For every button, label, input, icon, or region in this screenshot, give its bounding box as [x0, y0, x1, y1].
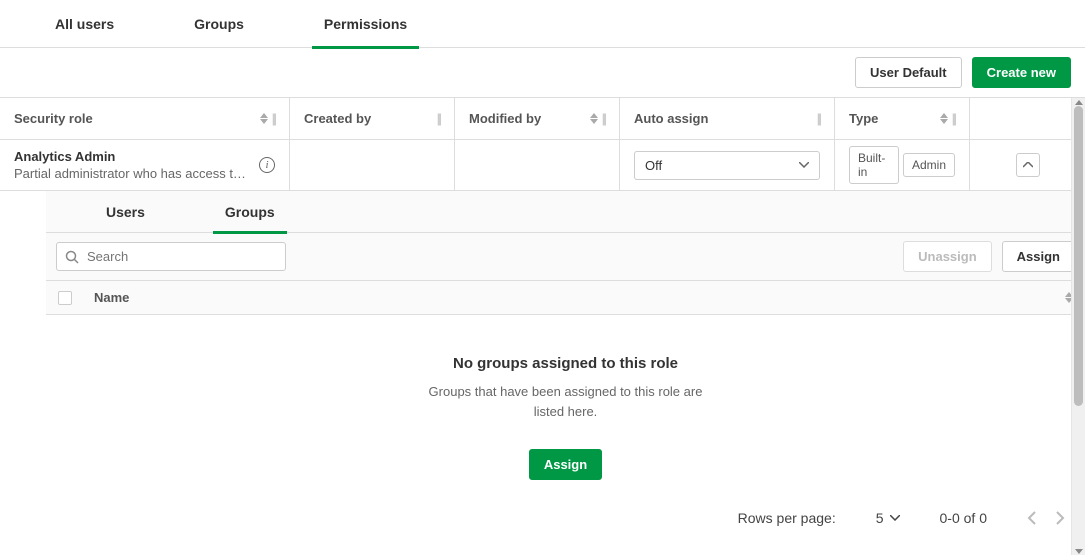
column-expand: [970, 98, 1085, 139]
unassign-button[interactable]: Unassign: [903, 241, 992, 272]
cell-created-by: [290, 140, 455, 190]
page-size-value: 5: [876, 510, 884, 526]
search-input[interactable]: [83, 247, 277, 266]
scroll-down-icon[interactable]: [1072, 545, 1085, 557]
next-page-button[interactable]: [1056, 511, 1065, 525]
empty-subtitle: Groups that have been assigned to this r…: [416, 382, 716, 421]
column-resize-handle[interactable]: ||: [817, 111, 820, 126]
cell-modified-by: [455, 140, 620, 190]
table-row[interactable]: Analytics Admin Partial administrator wh…: [0, 140, 1085, 191]
sort-icon[interactable]: [940, 113, 948, 124]
column-resize-handle[interactable]: ||: [437, 111, 440, 126]
empty-assign-button[interactable]: Assign: [529, 449, 602, 480]
chevron-down-icon: [799, 162, 809, 168]
empty-state: No groups assigned to this role Groups t…: [46, 315, 1085, 500]
scrollbar-thumb[interactable]: [1074, 106, 1083, 406]
top-tabs: All users Groups Permissions: [0, 0, 1085, 48]
search-icon: [65, 250, 79, 264]
select-all-checkbox[interactable]: [58, 291, 72, 305]
column-label: Modified by: [469, 111, 541, 126]
column-resize-handle[interactable]: ||: [272, 111, 275, 126]
column-label: Created by: [304, 111, 371, 126]
info-icon[interactable]: i: [259, 157, 275, 173]
page-size-select[interactable]: 5: [876, 510, 900, 526]
sub-tab-groups[interactable]: Groups: [225, 191, 275, 233]
sub-tabs: Users Groups: [46, 191, 1085, 233]
tab-groups[interactable]: Groups: [194, 0, 244, 48]
column-type[interactable]: Type ||: [835, 98, 970, 139]
type-tag-admin: Admin: [903, 153, 955, 177]
rows-per-page-label: Rows per page:: [738, 510, 836, 526]
prev-page-button[interactable]: [1027, 511, 1036, 525]
column-auto-assign[interactable]: Auto assign ||: [620, 98, 835, 139]
column-resize-handle[interactable]: ||: [952, 111, 955, 126]
column-name[interactable]: Name: [94, 290, 1065, 305]
tab-all-users[interactable]: All users: [55, 0, 114, 48]
sub-toolbar: Unassign Assign: [46, 233, 1085, 281]
empty-title: No groups assigned to this role: [46, 355, 1085, 372]
action-bar: User Default Create new: [0, 48, 1085, 98]
assign-button[interactable]: Assign: [1002, 241, 1075, 272]
column-created-by[interactable]: Created by ||: [290, 98, 455, 139]
detail-panel: Users Groups Unassign Assign Name No gro…: [46, 191, 1085, 534]
auto-assign-value: Off: [645, 158, 662, 173]
chevron-up-icon: [1023, 162, 1033, 168]
sort-icon[interactable]: [260, 113, 268, 124]
scrollbar[interactable]: [1071, 98, 1085, 555]
tab-permissions[interactable]: Permissions: [324, 0, 407, 48]
role-name: Analytics Admin: [14, 149, 251, 164]
column-modified-by[interactable]: Modified by ||: [455, 98, 620, 139]
collapse-row-button[interactable]: [1016, 153, 1040, 177]
create-new-button[interactable]: Create new: [972, 57, 1071, 88]
cell-security-role: Analytics Admin Partial administrator wh…: [0, 140, 290, 190]
pagination: Rows per page: 5 0-0 of 0: [46, 500, 1085, 534]
grid-header: Security role || Created by || Modified …: [0, 98, 1085, 140]
chevron-down-icon: [890, 515, 900, 521]
role-description: Partial administrator who has access t…: [14, 166, 251, 181]
sort-icon[interactable]: [590, 113, 598, 124]
type-tag-builtin: Built-in: [849, 146, 899, 184]
cell-type: Built-in Admin: [835, 140, 970, 190]
column-label: Auto assign: [634, 111, 708, 126]
sub-tab-users[interactable]: Users: [106, 191, 145, 233]
column-resize-handle[interactable]: ||: [602, 111, 605, 126]
search-box[interactable]: [56, 242, 286, 271]
chevron-left-icon: [1027, 511, 1036, 525]
column-security-role[interactable]: Security role ||: [0, 98, 290, 139]
user-default-button[interactable]: User Default: [855, 57, 962, 88]
sub-header: Name: [46, 281, 1085, 315]
column-label: Type: [849, 111, 878, 126]
column-label: Security role: [14, 111, 93, 126]
chevron-right-icon: [1056, 511, 1065, 525]
auto-assign-select[interactable]: Off: [634, 151, 820, 180]
pagination-range: 0-0 of 0: [940, 510, 987, 526]
cell-expand: [970, 140, 1085, 190]
cell-auto-assign: Off: [620, 140, 835, 190]
